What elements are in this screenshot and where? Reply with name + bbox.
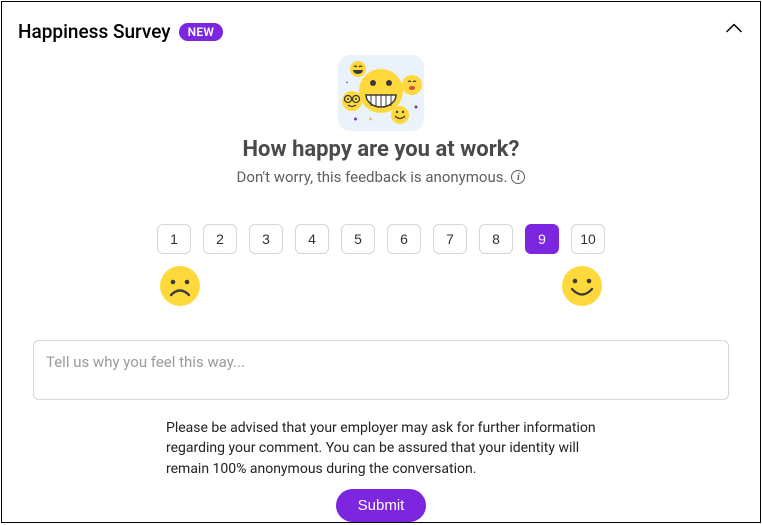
- submit-button[interactable]: Submit: [336, 489, 427, 522]
- rating-option-4[interactable]: 4: [295, 224, 329, 254]
- rating-option-2[interactable]: 2: [203, 224, 237, 254]
- rating-option-7[interactable]: 7: [433, 224, 467, 254]
- header: Happiness Survey NEW: [18, 20, 744, 43]
- new-badge: NEW: [179, 23, 224, 41]
- rating-option-5[interactable]: 5: [341, 224, 375, 254]
- rating-option-3[interactable]: 3: [249, 224, 283, 254]
- rating-option-8[interactable]: 8: [479, 224, 513, 254]
- question-heading: How happy are you at work?: [18, 137, 744, 162]
- sad-face-icon: [158, 264, 202, 312]
- scale-faces: [18, 264, 744, 312]
- happy-emoji-illustration: [18, 55, 744, 131]
- anonymity-note: Don't worry, this feedback is anonymous.…: [18, 168, 744, 186]
- rating-scale: 123456789 10: [18, 224, 744, 254]
- rating-option-9[interactable]: 9: [525, 224, 559, 254]
- survey-panel: Happiness Survey NEW: [1, 1, 761, 523]
- rating-option-1[interactable]: 1: [157, 224, 191, 254]
- collapse-chevron-icon[interactable]: [726, 18, 742, 37]
- info-icon[interactable]: i: [511, 170, 525, 184]
- happy-face-icon: [560, 264, 604, 312]
- rating-option-6[interactable]: 6: [387, 224, 421, 254]
- comment-textarea[interactable]: [33, 340, 729, 400]
- anonymity-text: Don't worry, this feedback is anonymous.: [237, 168, 508, 186]
- rating-option-10[interactable]: 10: [571, 224, 605, 254]
- panel-title: Happiness Survey: [18, 20, 171, 43]
- disclaimer-text: Please be advised that your employer may…: [166, 418, 596, 479]
